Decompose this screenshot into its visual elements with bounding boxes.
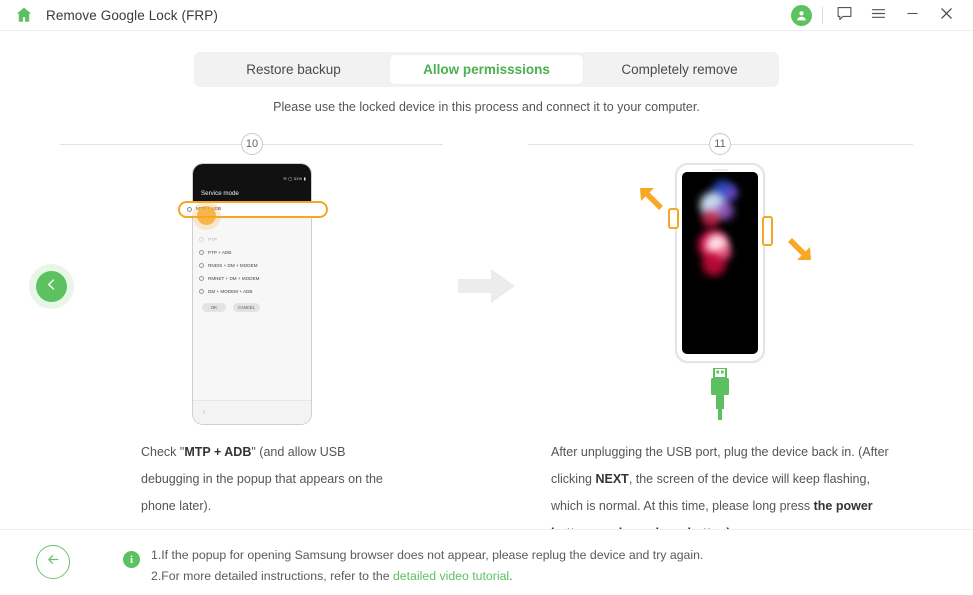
close-icon: [938, 5, 955, 27]
right-arrow-icon: [458, 268, 516, 309]
note-line-1: 1.If the popup for opening Samsung brows…: [151, 548, 704, 562]
window-controls: [784, 0, 963, 31]
feedback-button[interactable]: [827, 0, 861, 31]
ok-button[interactable]: OK: [202, 303, 226, 312]
option-label: DM + MODEM + ADB: [208, 289, 253, 294]
note-line-2: 2.For more detailed instructions, refer …: [151, 566, 791, 587]
radio-icon: [199, 250, 204, 255]
chevron-left-icon[interactable]: ‹: [203, 409, 205, 416]
toolbar-divider: [822, 7, 823, 24]
tap-indicator: [197, 206, 216, 225]
tab-allow-permissions[interactable]: Allow permisssions: [390, 55, 583, 84]
step-line-mid-left: [263, 144, 443, 145]
footer-notes: 1.If the popup for opening Samsung brows…: [151, 545, 791, 586]
arrow-left-icon: [45, 551, 62, 573]
usb-cable-icon: [700, 367, 740, 425]
tab-restore-backup[interactable]: Restore backup: [197, 55, 390, 84]
back-button[interactable]: [36, 545, 70, 579]
dialog-buttons: OK CANCEL: [199, 303, 305, 312]
step-badge-11: 11: [709, 133, 731, 155]
phone-status-bar: ☷ ▢ 31% ▮: [193, 173, 311, 184]
minimize-button[interactable]: [895, 0, 929, 31]
option-row[interactable]: PTP: [199, 233, 305, 246]
service-mode-option-list: MTP MTP + ADB PTP PTP + ADB RNDIS + DM +…: [193, 203, 311, 403]
tab-completely-remove[interactable]: Completely remove: [583, 55, 776, 84]
option-label: RNDIS + DM + MODEM: [208, 263, 258, 268]
phone-speaker: [712, 169, 728, 171]
step-line-mid-right: [528, 144, 709, 145]
option-label: RMNET + DM + MODEM: [208, 276, 260, 281]
power-button-highlight: [762, 216, 773, 246]
option-row[interactable]: RMNET + DM + MODEM: [199, 272, 305, 285]
option-label: PTP + ADB: [208, 250, 232, 255]
phone-illustration-flashing: [675, 163, 765, 363]
cancel-button[interactable]: CANCEL: [233, 303, 260, 312]
phone-notch: [193, 164, 311, 173]
option-row[interactable]: RNDIS + DM + MODEM: [199, 259, 305, 272]
subtitle-text: Please use the locked device in this pro…: [273, 100, 700, 114]
radio-icon: [199, 289, 204, 294]
option-label: PTP: [208, 237, 217, 242]
radio-icon: [187, 207, 192, 212]
step-badge-10: 10: [241, 133, 263, 155]
step-line-right: [731, 144, 913, 145]
arrow-to-volume-down-icon: [638, 183, 672, 222]
app-title: Remove Google Lock (FRP): [46, 7, 218, 23]
phone-nav-bar: ‹: [193, 400, 311, 424]
home-icon[interactable]: [14, 5, 34, 25]
radio-icon: [199, 237, 204, 242]
detailed-video-tutorial-link[interactable]: detailed video tutorial: [393, 569, 509, 583]
option-row[interactable]: PTP + ADB: [199, 246, 305, 259]
menu-button[interactable]: [861, 0, 895, 31]
radio-icon: [199, 276, 204, 281]
note-line-2-suffix: .: [509, 568, 513, 583]
account-icon: [790, 5, 812, 26]
step-line-left: [60, 144, 242, 145]
info-icon: i: [123, 551, 140, 568]
close-button[interactable]: [929, 0, 963, 31]
previous-slide-button[interactable]: [36, 271, 67, 302]
phone-screen: [682, 172, 758, 354]
title-bar: Remove Google Lock (FRP): [0, 0, 973, 31]
note-line-2-prefix: 2.For more detailed instructions, refer …: [151, 568, 393, 583]
minimize-icon: [904, 5, 921, 27]
chevron-left-icon: [45, 278, 58, 296]
account-button[interactable]: [784, 0, 818, 31]
chat-bubble-icon: [836, 5, 853, 27]
radio-icon: [199, 263, 204, 268]
option-row[interactable]: DM + MODEM + ADB: [199, 285, 305, 298]
arrow-to-power-button-icon: [779, 231, 813, 270]
status-bar-indicators: ☷ ▢ 31% ▮: [283, 176, 306, 181]
tab-bar: Restore backup Allow permisssions Comple…: [194, 52, 779, 87]
caption-step-10: Check "MTP + ADB" (and allow USB debuggi…: [141, 445, 383, 513]
hamburger-menu-icon: [870, 5, 887, 27]
